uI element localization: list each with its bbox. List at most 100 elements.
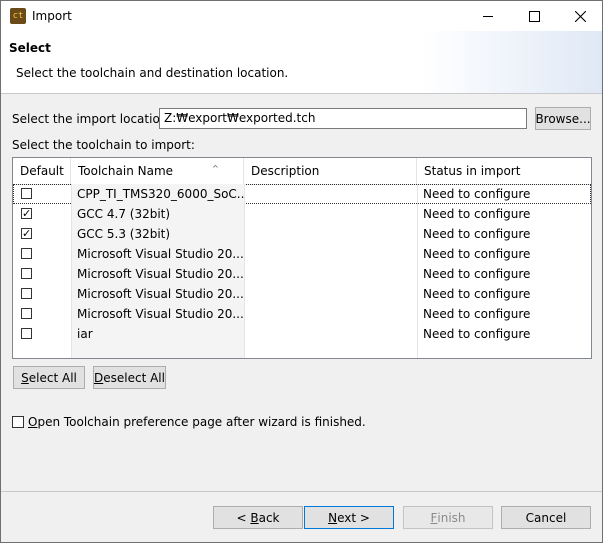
app-icon: ct xyxy=(10,8,26,24)
back-prefix: < xyxy=(236,510,251,525)
minimize-icon xyxy=(483,15,493,17)
default-checkbox[interactable] xyxy=(21,268,32,279)
banner-decoration xyxy=(422,31,602,93)
description-cell xyxy=(244,204,417,224)
back-button[interactable]: < Back xyxy=(213,506,303,529)
default-cell xyxy=(13,304,71,324)
default-cell xyxy=(13,264,71,284)
default-checkbox[interactable]: ✓ xyxy=(21,208,32,219)
select-all-button[interactable]: Select All xyxy=(13,366,85,389)
toolchain-name-cell: Microsoft Visual Studio 20... xyxy=(71,244,244,264)
toolchain-name-cell: CPP_TI_TMS320_6000_SoC... xyxy=(71,184,244,204)
import-location-label: Select the import location: xyxy=(12,112,172,126)
page-description: Select the toolchain and destination loc… xyxy=(16,66,289,80)
table-row[interactable]: iar Need to configure xyxy=(13,324,591,344)
column-toolchain-name[interactable]: ^ Toolchain Name xyxy=(71,158,244,184)
status-cell: Need to configure xyxy=(423,327,531,341)
table-header: Default ^ Toolchain Name Description Sta… xyxy=(13,158,591,185)
finish-button[interactable]: Finish xyxy=(403,506,493,529)
status-cell: Need to configure xyxy=(423,227,531,241)
empty-cell xyxy=(71,344,244,358)
table-row[interactable]: ✓ GCC 4.7 (32bit) Need to configure xyxy=(13,204,591,224)
toolchain-name-cell: Microsoft Visual Studio 20... xyxy=(71,284,244,304)
footer-separator xyxy=(1,491,602,492)
select-all-mnemonic: S xyxy=(21,370,29,385)
default-checkbox[interactable] xyxy=(21,328,32,339)
default-cell xyxy=(13,244,71,264)
table-row[interactable]: Microsoft Visual Studio 20... Need to con… xyxy=(13,244,591,264)
column-toolchain-name-label: Toolchain Name xyxy=(78,164,174,178)
check-icon: ✓ xyxy=(22,227,32,240)
finish-mnemonic: F xyxy=(430,510,438,525)
column-description[interactable]: Description xyxy=(244,158,417,184)
status-cell: Need to configure xyxy=(423,307,531,321)
open-preference-text: pen Toolchain preference page after wiza… xyxy=(37,415,366,429)
default-checkbox[interactable] xyxy=(21,188,32,199)
status-cell: Need to configure xyxy=(423,287,531,301)
column-status[interactable]: Status in import xyxy=(417,158,591,184)
page-title: Select xyxy=(9,41,51,55)
sort-ascending-icon: ^ xyxy=(212,164,219,173)
column-divider xyxy=(417,184,418,358)
import-location-input[interactable]: Z:₩export₩exported.tch xyxy=(159,108,527,129)
column-divider xyxy=(244,184,245,358)
table-row[interactable]: Microsoft Visual Studio 20... Need to con… xyxy=(13,304,591,324)
default-checkbox[interactable] xyxy=(21,288,32,299)
status-cell: Need to configure xyxy=(423,207,531,221)
empty-row xyxy=(13,344,591,358)
maximize-button[interactable] xyxy=(511,1,557,31)
toolchain-name-cell: GCC 4.7 (32bit) xyxy=(71,204,244,224)
default-cell: ✓ xyxy=(13,224,71,244)
back-mnemonic: B xyxy=(250,510,259,525)
default-cell xyxy=(13,184,71,204)
description-cell xyxy=(244,284,417,304)
default-checkbox[interactable] xyxy=(21,248,32,259)
finish-label: inish xyxy=(437,510,466,525)
minimize-button[interactable] xyxy=(465,1,511,31)
next-label: ext > xyxy=(337,510,370,525)
column-default[interactable]: Default xyxy=(13,158,71,184)
description-cell xyxy=(244,264,417,284)
deselect-all-label: eselect All xyxy=(103,370,165,385)
toolchain-name-cell: Microsoft Visual Studio 20... xyxy=(71,264,244,284)
cancel-button[interactable]: Cancel xyxy=(501,506,591,529)
description-cell xyxy=(244,324,417,344)
table-row[interactable]: ✓ GCC 5.3 (32bit) Need to configure xyxy=(13,224,591,244)
open-preference-label[interactable]: Open Toolchain preference page after wiz… xyxy=(28,415,366,429)
status-cell: Need to configure xyxy=(423,187,531,201)
deselect-all-mnemonic: D xyxy=(94,370,104,385)
description-cell xyxy=(244,184,417,204)
next-mnemonic: N xyxy=(328,510,338,525)
toolchain-name-cell: iar xyxy=(71,324,244,344)
table-row[interactable]: Microsoft Visual Studio 20... Need to con… xyxy=(13,284,591,304)
close-button[interactable] xyxy=(557,1,603,31)
table-row[interactable]: Microsoft Visual Studio 20... Need to con… xyxy=(13,264,591,284)
toolchain-name-cell: Microsoft Visual Studio 20... xyxy=(71,304,244,324)
window-title: Import xyxy=(32,9,72,23)
check-icon: ✓ xyxy=(22,207,32,220)
deselect-all-button[interactable]: Deselect All xyxy=(93,366,166,389)
toolchain-label: Select the toolchain to import: xyxy=(12,138,195,152)
select-all-label: elect All xyxy=(28,370,77,385)
table-row[interactable]: CPP_TI_TMS320_6000_SoC... Need to configu… xyxy=(13,184,591,204)
close-icon xyxy=(574,10,586,22)
description-cell xyxy=(244,244,417,264)
status-cell: Need to configure xyxy=(423,247,531,261)
next-button[interactable]: Next > xyxy=(304,506,394,529)
open-preference-checkbox[interactable] xyxy=(12,416,24,428)
toolchain-table[interactable]: Default ^ Toolchain Name Description Sta… xyxy=(12,157,592,359)
default-checkbox[interactable] xyxy=(21,308,32,319)
import-dialog: ct Import Select Select the toolchain an… xyxy=(0,0,603,543)
title-bar: ct Import xyxy=(1,1,602,31)
default-cell xyxy=(13,284,71,304)
default-cell xyxy=(13,324,71,344)
description-cell xyxy=(244,224,417,244)
wizard-banner: Select Select the toolchain and destinat… xyxy=(1,31,602,94)
status-cell: Need to configure xyxy=(423,267,531,281)
default-cell: ✓ xyxy=(13,204,71,224)
maximize-icon xyxy=(528,10,540,22)
browse-button[interactable]: Browse... xyxy=(535,107,591,130)
column-divider xyxy=(71,184,72,358)
default-checkbox[interactable]: ✓ xyxy=(21,228,32,239)
toolchain-name-cell: GCC 5.3 (32bit) xyxy=(71,224,244,244)
